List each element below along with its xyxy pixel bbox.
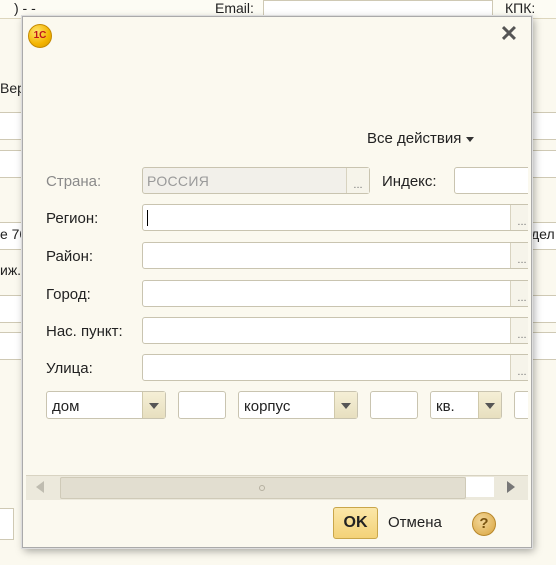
street-field[interactable]: ... [142,354,528,381]
ok-button[interactable]: OK [333,507,378,539]
dialog-titlebar: 1С ✕ [23,17,531,51]
parent-field[interactable] [531,112,556,140]
help-icon[interactable]: ? [472,512,496,536]
1c-logo-icon: 1С [28,24,52,48]
parent-field[interactable] [0,112,24,140]
address-dialog: 1С ✕ Все действия Страна: РОССИЯ ... Инд… [22,16,532,548]
chevron-down-icon[interactable] [142,392,165,418]
district-field[interactable]: ... [142,242,528,269]
index-field[interactable] [454,167,528,194]
scrollbar-thumb[interactable] [60,477,466,499]
text-cursor [147,210,148,226]
dialog-content: Все действия Страна: РОССИЯ ... Индекс: … [26,53,528,491]
parent-field[interactable] [531,332,556,360]
phone-fragment: ) - - [14,0,36,16]
parent-field[interactable] [531,295,556,323]
chevron-down-icon [466,136,475,142]
grip-icon [259,485,265,491]
apartment-type-select[interactable]: кв. [430,391,502,419]
settlement-choose-button[interactable]: ... [510,318,528,343]
city-field[interactable]: ... [142,280,528,307]
settlement-field[interactable]: ... [142,317,528,344]
country-label: Страна: [46,173,102,190]
region-field[interactable]: ... [142,204,528,231]
country-field: РОССИЯ ... [142,167,370,194]
parent-tab[interactable] [0,508,14,540]
scrollbar-track[interactable] [466,477,494,497]
street-choose-button[interactable]: ... [510,355,528,380]
parent-label-fragment: дел [531,226,555,242]
index-label: Индекс: [382,173,437,190]
building-type-value: корпус [244,398,291,415]
building-number-field[interactable] [370,391,418,419]
all-actions-label: Все действия [367,130,462,147]
choose-button: ... [346,168,369,193]
parent-field[interactable] [0,332,24,360]
district-label: Район: [46,248,94,265]
all-actions-menu[interactable]: Все действия [367,130,475,147]
chevron-down-icon[interactable] [334,392,357,418]
scroll-left-icon[interactable] [36,481,44,493]
building-type-select[interactable]: корпус [238,391,358,419]
email-label: Email: [215,0,254,16]
house-type-value: дом [52,398,80,415]
parent-field[interactable] [0,150,24,178]
region-choose-button[interactable]: ... [510,205,528,230]
district-choose-button[interactable]: ... [510,243,528,268]
house-number-field[interactable] [178,391,226,419]
apartment-number-field[interactable] [514,391,528,419]
close-button[interactable]: ✕ [497,23,521,45]
house-type-select[interactable]: дом [46,391,166,419]
parent-field[interactable] [0,295,24,323]
horizontal-scrollbar[interactable] [26,475,528,500]
scroll-right-icon[interactable] [507,481,515,493]
parent-field[interactable] [531,150,556,178]
parent-label-fragment: иж. [0,262,22,278]
city-label: Город: [46,286,91,303]
cancel-button[interactable]: Отмена [388,514,442,531]
apartment-type-value: кв. [436,398,455,415]
kpp-label: КПК: [505,0,536,16]
street-label: Улица: [46,360,93,377]
region-label: Регион: [46,210,99,227]
city-choose-button[interactable]: ... [510,281,528,306]
country-value: РОССИЯ [147,173,210,189]
settlement-label: Нас. пункт: [46,323,123,340]
chevron-down-icon[interactable] [478,392,501,418]
